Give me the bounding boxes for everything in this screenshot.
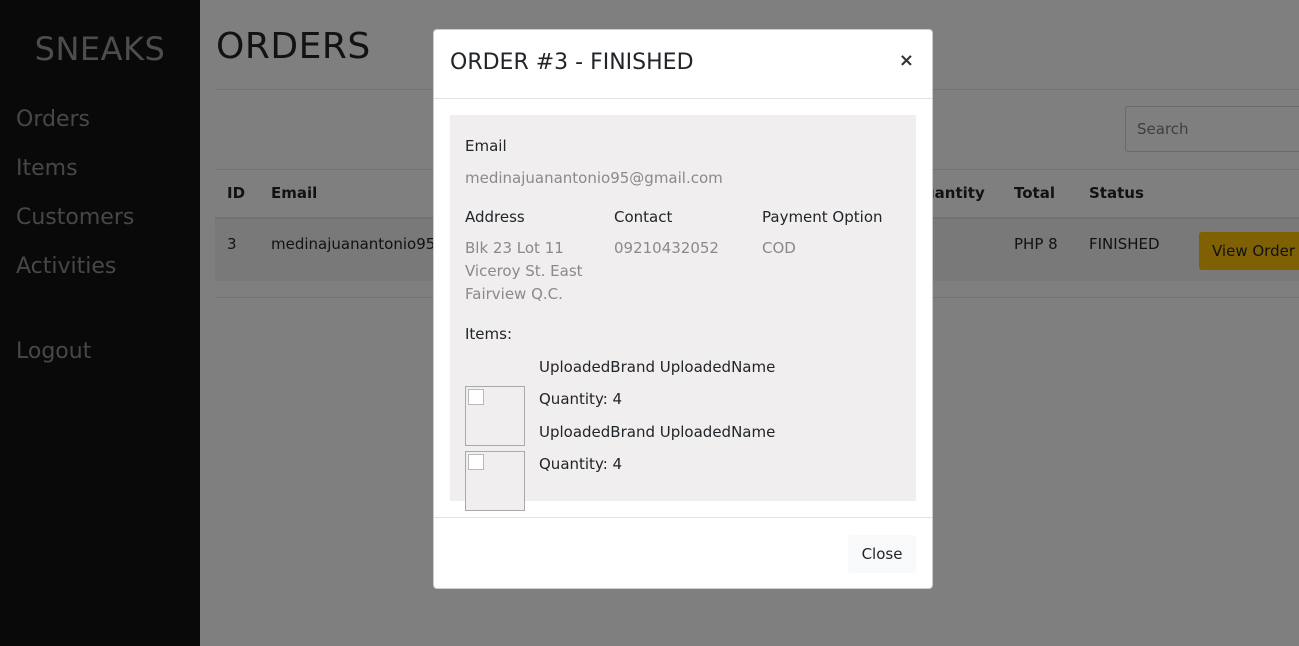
address-label: Address [465, 208, 525, 226]
modal-title: ORDER #3 - FINISHED [450, 50, 694, 75]
item-quantity: Quantity: 4 [539, 390, 623, 408]
item-image [465, 386, 525, 446]
contact-label: Contact [614, 208, 673, 226]
address-line-3: Fairview Q.C. [465, 285, 563, 303]
item-name: UploadedBrand UploadedName [539, 358, 776, 376]
item-quantity: Quantity: 4 [539, 455, 623, 473]
address-line-2: Viceroy St. East [465, 262, 583, 280]
order-modal: ORDER #3 - FINISHED × Email medinajuanan… [433, 29, 933, 589]
close-icon[interactable]: × [895, 48, 918, 73]
item-image [465, 451, 525, 511]
order-details-card: Email medinajuanantonio95@gmail.com Addr… [450, 115, 916, 511]
payment-option-label: Payment Option [762, 208, 883, 226]
items-label: Items: [465, 325, 513, 343]
modal-footer-divider [434, 517, 932, 518]
address-line-1: Blk 23 Lot 11 [465, 239, 564, 257]
item-name: UploadedBrand UploadedName [539, 423, 776, 441]
email-label: Email [465, 137, 507, 155]
modal-header-divider [434, 98, 932, 99]
contact-value: 09210432052 [614, 239, 719, 257]
email-value: medinajuanantonio95@gmail.com [465, 169, 723, 187]
payment-option-value: COD [762, 239, 796, 257]
close-button[interactable]: Close [848, 535, 916, 573]
